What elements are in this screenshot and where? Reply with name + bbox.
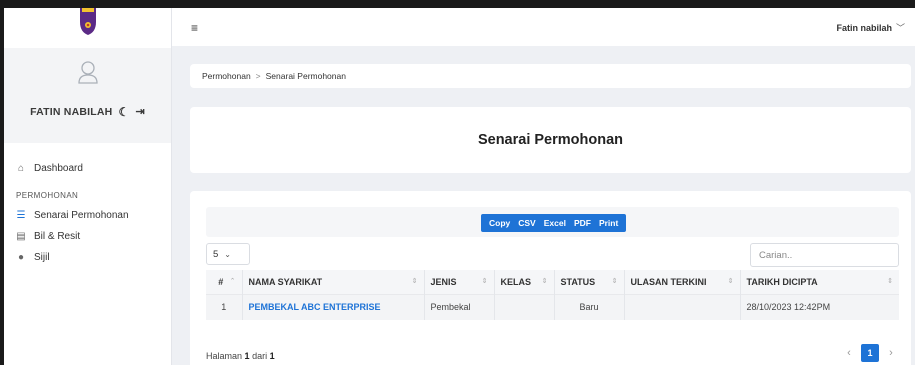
pagination: ‹ 1 › xyxy=(841,344,899,362)
sidebar-user-name: FATIN NABILAH xyxy=(30,106,113,118)
chevron-down-icon: ﹀ xyxy=(895,23,905,33)
sidebar-item-label: Bil & Resit xyxy=(34,230,81,242)
cell-nama-syarikat: PEMBEKAL ABC ENTERPRISE xyxy=(242,293,425,320)
applications-table: # ⌃ NAMA SYARIKAT ⇕ JENIS ⇕ KELAS ⇕ STATUS ⇕… xyxy=(206,270,899,320)
app-window: FATIN NABILAH ☾ ⇥ ⌂ Dashboard PERMOHONAN… xyxy=(4,8,915,365)
dot-icon: ● xyxy=(17,251,25,263)
sort-icon: ⇕ xyxy=(411,277,418,285)
top-bar: ≡ Fatin nabilah ﹀ xyxy=(172,8,915,46)
cell-tarikh-dicipta: 28/10/2023 12:42PM xyxy=(740,293,899,320)
sidebar: FATIN NABILAH ☾ ⇥ ⌂ Dashboard PERMOHONAN… xyxy=(4,8,172,365)
csv-button[interactable]: CSV xyxy=(514,218,539,228)
table-header-row: # ⌃ NAMA SYARIKAT ⇕ JENIS ⇕ KELAS ⇕ STATUS ⇕… xyxy=(206,270,899,294)
breadcrumb-parent-link[interactable]: Permohonan xyxy=(202,71,251,81)
breadcrumb: Permohonan > Senarai Permohonan xyxy=(190,64,911,88)
logout-icon[interactable]: ⇥ xyxy=(135,106,144,118)
column-header-tarikh-dicipta[interactable]: TARIKH DICIPTA ⇕ xyxy=(740,270,899,294)
pagination-current: 1 xyxy=(244,351,250,361)
page-length-select[interactable]: 5 ⌄ xyxy=(206,243,250,265)
page-title: Senarai Permohonan xyxy=(477,132,624,148)
excel-button[interactable]: Excel xyxy=(540,218,570,228)
user-menu-name: Fatin nabilah xyxy=(836,22,892,33)
university-crest-logo[interactable] xyxy=(77,8,99,36)
user-avatar-icon xyxy=(77,61,98,84)
page-button-active[interactable]: 1 xyxy=(861,344,879,362)
hamburger-icon[interactable]: ≡ xyxy=(191,21,198,35)
pdf-button[interactable]: PDF xyxy=(570,218,595,228)
cell-number: 1 xyxy=(206,293,243,320)
cell-status: Baru xyxy=(554,293,625,320)
sort-icon: ⇕ xyxy=(481,277,488,285)
print-button[interactable]: Print xyxy=(595,218,622,228)
sort-icon: ⌃ xyxy=(229,277,236,285)
sidebar-item-sijil[interactable]: ● Sijil xyxy=(4,248,171,266)
receipt-icon: ▤ xyxy=(16,230,26,242)
sort-icon: ⇕ xyxy=(727,277,734,285)
user-menu[interactable]: Fatin nabilah ﹀ xyxy=(836,21,905,34)
breadcrumb-separator: > xyxy=(255,71,261,81)
sidebar-item-bil-resit[interactable]: ▤ Bil & Resit xyxy=(4,227,171,245)
user-row: FATIN NABILAH ☾ ⇥ xyxy=(30,106,145,118)
sidebar-section-title: PERMOHONAN xyxy=(16,191,79,200)
logo-area xyxy=(4,8,171,48)
user-panel: FATIN NABILAH ☾ ⇥ xyxy=(4,48,171,143)
table-row: 1 PEMBEKAL ABC ENTERPRISE Pembekal Baru … xyxy=(206,293,899,320)
list-icon: ☰ xyxy=(16,209,26,221)
sidebar-item-senarai-permohonan[interactable]: ☰ Senarai Permohonan xyxy=(4,206,171,224)
previous-page-button[interactable]: ‹ xyxy=(841,344,857,362)
company-link[interactable]: PEMBEKAL ABC ENTERPRISE xyxy=(249,302,381,312)
home-icon: ⌂ xyxy=(17,162,25,174)
sort-icon: ⇕ xyxy=(611,277,618,285)
search-input[interactable] xyxy=(750,243,899,267)
next-page-button[interactable]: › xyxy=(883,344,899,362)
column-header-number[interactable]: # ⌃ xyxy=(206,270,243,294)
sidebar-item-label: Senarai Permohonan xyxy=(34,209,129,221)
page-title-card: Senarai Permohonan xyxy=(190,107,911,173)
sidebar-item-label: Dashboard xyxy=(34,162,83,174)
column-header-kelas[interactable]: KELAS ⇕ xyxy=(494,270,555,294)
cell-ulasan-terkini xyxy=(624,293,741,320)
application-list-card: Copy CSV Excel PDF Print 5 ⌄ # ⌃ NAMA SY… xyxy=(190,191,911,365)
sort-icon: ⇕ xyxy=(887,277,893,285)
sidebar-item-dashboard[interactable]: ⌂ Dashboard xyxy=(4,160,171,176)
pagination-total: 1 xyxy=(269,351,275,361)
sidebar-item-label: Sijil xyxy=(34,251,50,263)
column-header-jenis[interactable]: JENIS ⇕ xyxy=(424,270,495,294)
export-button-group: Copy CSV Excel PDF Print xyxy=(481,214,627,232)
breadcrumb-current: Senarai Permohonan xyxy=(265,71,346,81)
sort-icon: ⇕ xyxy=(541,277,548,285)
column-header-status[interactable]: STATUS ⇕ xyxy=(554,270,625,294)
copy-button[interactable]: Copy xyxy=(485,218,514,228)
cell-kelas xyxy=(494,293,555,320)
column-header-nama-syarikat[interactable]: NAMA SYARIKAT ⇕ xyxy=(242,270,425,294)
page-length-value: 5 xyxy=(213,248,219,260)
column-header-ulasan-terkini[interactable]: ULASAN TERKINI ⇕ xyxy=(624,270,741,294)
dark-mode-icon[interactable]: ☾ xyxy=(118,106,129,118)
export-toolbar: Copy CSV Excel PDF Print xyxy=(206,207,899,237)
chevron-down-icon: ⌄ xyxy=(224,249,231,259)
cell-jenis: Pembekal xyxy=(424,293,495,320)
pagination-info: Halaman 1 dari 1 xyxy=(206,351,275,361)
